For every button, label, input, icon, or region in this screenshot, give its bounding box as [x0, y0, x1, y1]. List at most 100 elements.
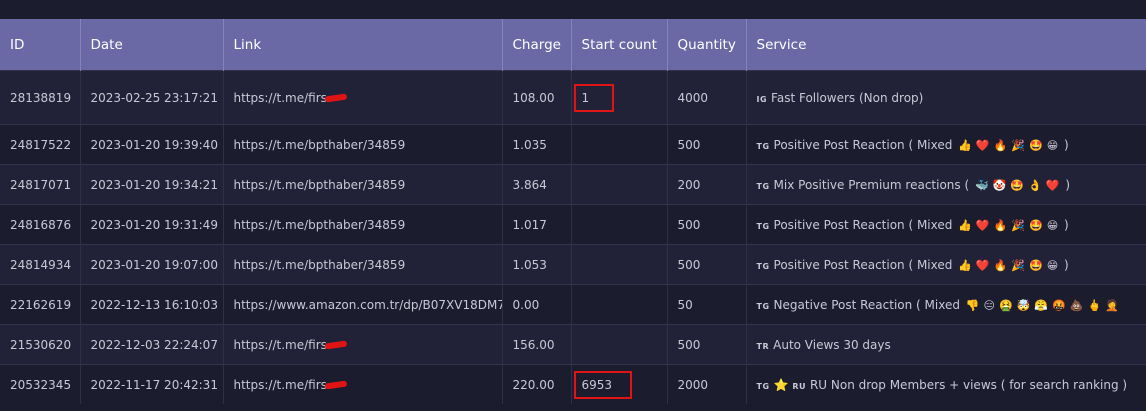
redaction-scribble [324, 380, 348, 390]
service-name-end: ) [1065, 177, 1071, 192]
emoji-icon: ❤️ [975, 138, 990, 152]
cell-start-count [571, 164, 668, 205]
cell-id: 28138819 [0, 70, 81, 125]
service-tag: TG [756, 301, 770, 311]
emoji-icon: 😑 [983, 298, 995, 312]
emoji-icon: 🤯 [1016, 298, 1031, 312]
cell-quantity: 500 [667, 324, 747, 365]
emoji-icon: 👌 [1028, 178, 1042, 192]
cell-start-count: 1 [571, 70, 668, 125]
emoji-icon: 🎉 [1011, 218, 1026, 232]
cell-link[interactable]: https://t.me/bpthaber/34859 [223, 204, 503, 245]
emoji-icon: 🤩 [1029, 218, 1043, 232]
link-text[interactable]: https://t.me/firs [234, 91, 327, 105]
cell-quantity: 2000 [667, 364, 747, 404]
emoji-icon: 🔥 [993, 138, 1008, 152]
cell-id: 24816876 [0, 204, 81, 245]
cell-quantity: 500 [667, 124, 747, 165]
col-header-quantity[interactable]: Quantity [667, 19, 747, 71]
cell-service: TG Mix Positive Premium reactions ( 🐳 🤡 🤩 👌 ❤… [746, 165, 1146, 205]
orders-table: ID Date Link Charge Start count Quantity… [0, 19, 1146, 404]
service-name: Auto Views 30 days [773, 337, 891, 352]
col-header-link[interactable]: Link [223, 19, 503, 71]
emoji-list: 👎 😑 🤮 🤯 😤 🤬 💩 🖕 🤦 [964, 298, 1121, 312]
cell-link[interactable]: https://t.me/bpthaber/34859 [223, 164, 503, 205]
service-name: Fast Followers (Non drop) [771, 90, 924, 105]
table-row: 20532345 2022-11-17 20:42:31 https://t.m… [0, 364, 1146, 405]
table-row: 24817522 2023-01-20 19:39:40 https://t.m… [0, 124, 1146, 165]
emoji-icon: 🎉 [1011, 138, 1026, 152]
col-header-start-count[interactable]: Start count [571, 19, 668, 71]
cell-id: 21530620 [0, 324, 81, 365]
cell-link[interactable]: https://t.me/firs [223, 324, 503, 365]
cell-date: 2022-12-03 22:24:07 [80, 324, 224, 365]
cell-date: 2023-02-25 23:17:21 [80, 70, 224, 125]
table-row: 22162619 2022-12-13 16:10:03 https://www… [0, 284, 1146, 325]
emoji-icon: 🤮 [998, 298, 1013, 312]
start-count-value: 6953 [581, 377, 613, 392]
link-text[interactable]: https://t.me/firs [234, 338, 327, 352]
col-header-date[interactable]: Date [80, 19, 224, 71]
cell-date: 2022-11-17 20:42:31 [80, 364, 224, 404]
emoji-icon: 🤡 [992, 178, 1007, 192]
emoji-icon: 😤 [1034, 298, 1049, 312]
cell-link[interactable]: https://t.me/firs [223, 364, 503, 404]
cell-date: 2023-01-20 19:39:40 [80, 124, 224, 165]
emoji-icon: ❤️ [975, 218, 990, 232]
table-row: 24817071 2023-01-20 19:34:21 https://t.m… [0, 164, 1146, 205]
redaction-scribble [324, 93, 348, 103]
col-header-service[interactable]: Service [746, 19, 1146, 71]
cell-start-count [571, 124, 668, 165]
emoji-icon: 🤩 [1010, 178, 1025, 192]
cell-id: 24817522 [0, 124, 81, 165]
emoji-icon: 👍 [958, 258, 972, 272]
cell-charge: 156.00 [502, 324, 572, 365]
cell-quantity: 200 [667, 164, 747, 205]
emoji-icon: 😁 [1046, 138, 1059, 152]
cell-id: 24817071 [0, 164, 81, 205]
cell-charge: 108.00 [502, 70, 572, 125]
cell-service: TG ⭐ RU RU Non drop Members + views ( for … [746, 365, 1146, 405]
col-header-charge[interactable]: Charge [502, 19, 572, 71]
ru-flag-tag: RU [792, 381, 806, 391]
service-tag: TR [756, 341, 770, 351]
emoji-icon: ❤️ [1045, 178, 1060, 192]
cell-service: TG Positive Post Reaction ( Mixed 👍 ❤️ 🔥 🎉 🤩 😁… [746, 205, 1146, 245]
table-row: 24816876 2023-01-20 19:31:49 https://t.m… [0, 204, 1146, 245]
cell-service: TR Auto Views 30 days [746, 325, 1146, 365]
emoji-list: 👍 ❤️ 🔥 🎉 🤩 😁 [956, 258, 1060, 272]
start-count-value: 1 [581, 90, 590, 105]
cell-start-count [571, 244, 668, 285]
emoji-icon: ❤️ [975, 258, 990, 272]
service-tag: TG [756, 221, 770, 231]
cell-charge: 0.00 [502, 284, 572, 325]
emoji-icon: 🐳 [975, 178, 989, 192]
cell-date: 2023-01-20 19:34:21 [80, 164, 224, 205]
service-name: Positive Post Reaction ( Mixed [773, 217, 953, 232]
cell-id: 20532345 [0, 364, 81, 404]
emoji-icon: 🖕 [1087, 298, 1102, 312]
emoji-icon: 🤩 [1029, 258, 1043, 272]
col-header-id[interactable]: ID [0, 19, 81, 71]
top-bar [0, 0, 1146, 19]
emoji-icon: 💩 [1069, 298, 1084, 312]
cell-service: IG Fast Followers (Non drop) [746, 71, 1146, 125]
emoji-icon: 👍 [958, 138, 972, 152]
cell-service: TG Positive Post Reaction ( Mixed 👍 ❤️ 🔥 🎉 🤩 😁… [746, 245, 1146, 285]
service-name-end: ) [1064, 137, 1069, 152]
cell-charge: 1.053 [502, 244, 572, 285]
cell-date: 2023-01-20 19:07:00 [80, 244, 224, 285]
cell-link[interactable]: https://www.amazon.com.tr/dp/B07XV18DM7 [223, 284, 503, 325]
cell-date: 2023-01-20 19:31:49 [80, 204, 224, 245]
link-text[interactable]: https://t.me/firs [234, 378, 327, 392]
cell-quantity: 500 [667, 244, 747, 285]
cell-link[interactable]: https://t.me/bpthaber/34859 [223, 244, 503, 285]
emoji-icon: 😁 [1046, 258, 1059, 272]
cell-start-count [571, 204, 668, 245]
service-name: Mix Positive Premium reactions ( [773, 177, 970, 192]
emoji-icon: 🔥 [993, 218, 1008, 232]
cell-link[interactable]: https://t.me/firs [223, 70, 503, 125]
cell-id: 22162619 [0, 284, 81, 325]
cell-link[interactable]: https://t.me/bpthaber/34859 [223, 124, 503, 165]
cell-charge: 1.035 [502, 124, 572, 165]
